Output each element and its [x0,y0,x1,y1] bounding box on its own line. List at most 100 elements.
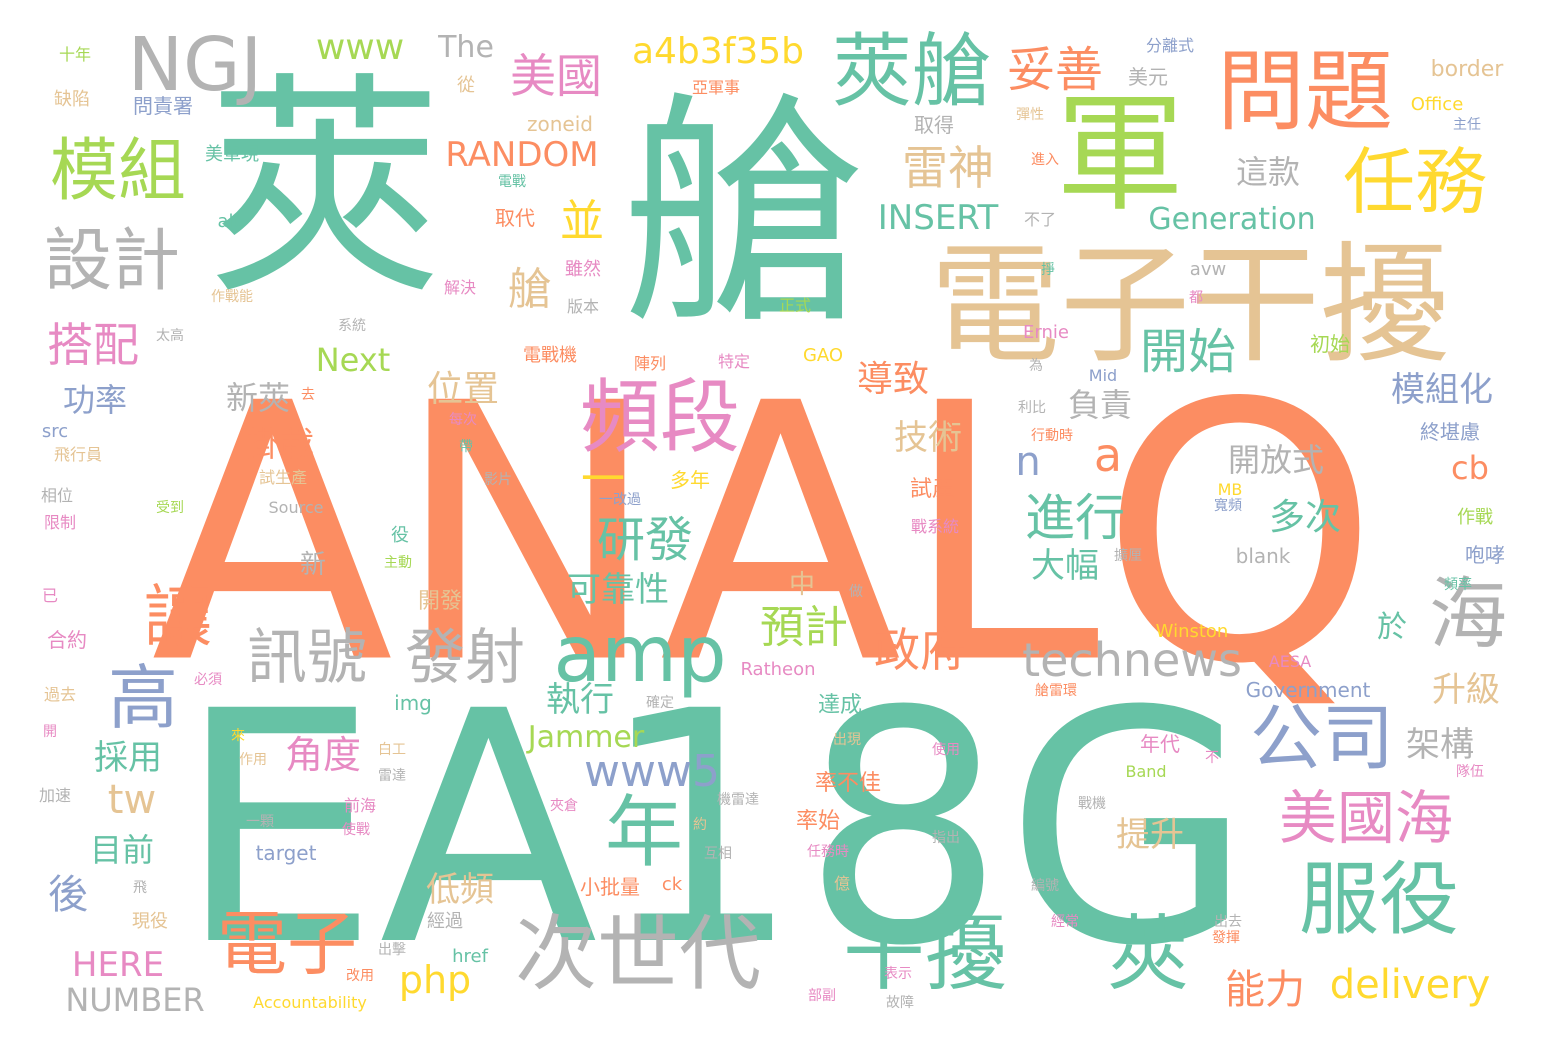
word-jammer: Jammer [527,720,645,755]
word-generation: Generation [1148,202,1316,237]
word-xunhao: 訊號 [247,623,367,693]
word-dacheng: 達成 [817,693,863,718]
word-xingdongshi: 行動時 [1031,428,1073,444]
word-government: Government [1245,678,1371,702]
word-libi: 利比 [1018,400,1046,416]
word-aesa: AESA [1268,652,1312,671]
word-mid: Mid [1088,366,1118,385]
word-jiagou: 架構 [1406,725,1474,765]
word-insert: INSERT [877,198,999,238]
word-blank: blank [1235,544,1291,568]
word-next: Next [315,341,391,379]
word-jishu: 技術 [894,418,962,458]
word-zuozhanneng: 作戰能 [211,289,253,305]
word-banben: 版本 [566,297,600,316]
word-zhanji: 戰機 [1078,796,1106,812]
word-gao-abbr: GAO [802,345,844,366]
word-cang: 艙 [622,72,868,358]
word-gonglv: 功率 [62,381,128,419]
word-zhekuan: 這款 [1235,153,1301,191]
word-shinian: 十年 [58,45,92,64]
word-shizhan: 使戰 [342,822,370,838]
word-jiejue: 解決 [443,278,477,297]
word-bixu: 必須 [194,672,222,688]
word-fuze: 負責 [1067,386,1133,424]
word-ck: ck [661,874,683,895]
word-bing: 並 [560,196,604,247]
word-kaifa: 開發 [417,589,463,614]
word-img: img [394,691,432,715]
word-jinru: 進入 [1031,152,1059,168]
word-xiangwei: 相位 [40,486,74,505]
word-shichan: 試產 [909,477,955,502]
word-baigong: 白工 [378,742,406,758]
word-leida: 雷達 [378,768,406,784]
word-shiyong: 使用 [932,742,960,758]
word-kaishi: 開始 [1139,324,1237,380]
word-cong: 從 [457,75,475,96]
word-niandai: 年代 [1140,732,1180,756]
word-queding: 確定 [646,695,674,711]
word-jinxing: 進行 [1025,489,1125,547]
word-kuoli: 擴厘 [1114,548,1142,564]
word-zhongkanlv: 終堪慮 [1420,420,1480,444]
word-tw: tw [107,777,157,823]
word-kaifangshi: 開放式 [1227,441,1325,479]
word-hou: 後 [48,872,88,918]
word-guoqu: 過去 [43,685,77,704]
word-jiacang-clamp: 夾倉 [550,798,578,814]
word-qude: 取得 [914,113,954,137]
word-huxiang: 互相 [704,846,732,862]
word-target: target [255,841,317,865]
word-zhanxitong: 戰系統 [910,517,960,536]
word-taigao: 太高 [156,328,184,344]
word-cang-small: 艙 [508,264,552,315]
word-jileida: 機雷達 [717,792,759,808]
word-tanxing: 彈性 [1016,107,1044,123]
word-pinduan: 頻段 [580,371,740,464]
word-weizhi: 位置 [426,369,500,410]
word-ratheon: Ratheon [740,659,816,680]
word-yike: 一顆 [246,814,274,830]
word-qudai: 取代 [495,206,535,230]
word-delivery: delivery [1329,962,1491,1008]
word-pinlv: 頻率 [1444,577,1472,593]
word-zoneid: zoneid [527,112,593,136]
word-alt: alt [217,211,241,232]
word-chuxian: 出現 [833,732,861,748]
word-yajunshi: 亞軍事 [691,78,741,97]
word-bianhao: 編號 [1031,878,1059,894]
word-heyue: 合約 [47,628,87,652]
word-yi-hundredmillion: 億 [833,874,851,893]
word-gaiyong: 改用 [346,968,374,984]
word-band: Band [1125,762,1167,781]
word-jiacang: 莢艙 [832,25,992,118]
word-zuozhan: 作戰 [1457,507,1493,528]
word-duonian: 多年 [670,468,710,492]
word-winston: Winston [1155,621,1229,642]
word-ganrao: 干擾 [842,907,1008,1002]
word-guazai: 掛載 [246,425,314,465]
word-dianzhan: 電戰 [498,174,526,190]
word-wenzeshu: 問責署 [133,94,193,118]
word-dipin: 低頻 [426,870,494,910]
word-zhong: 中 [788,570,816,600]
word-zheng: 掙 [1041,262,1055,278]
word-kuanpin: 寬頻 [1214,498,1242,514]
word-meijunxian: 美軍現 [205,144,259,165]
word-bufu: 部副 [808,988,836,1004]
word-yu: 於 [1377,610,1407,645]
word-mozu: 模組 [49,132,187,211]
word-bu: 不 [1205,750,1219,766]
word-www: www [315,27,405,68]
word-qu: 去 [301,387,315,403]
word-zhichu: 指出 [932,830,960,846]
word-jiasu: 加速 [38,786,72,805]
word-xinjia: 新莢 [225,379,291,417]
word-kekaoxing: 可靠性 [567,570,669,610]
word-xianyi: 現役 [132,911,168,932]
word-source: Source [268,498,324,517]
word-jia-small: 莢 [1106,907,1190,1002]
word-xiaopiliang: 小批量 [580,875,640,899]
word-gongsi: 公司 [1249,696,1395,780]
